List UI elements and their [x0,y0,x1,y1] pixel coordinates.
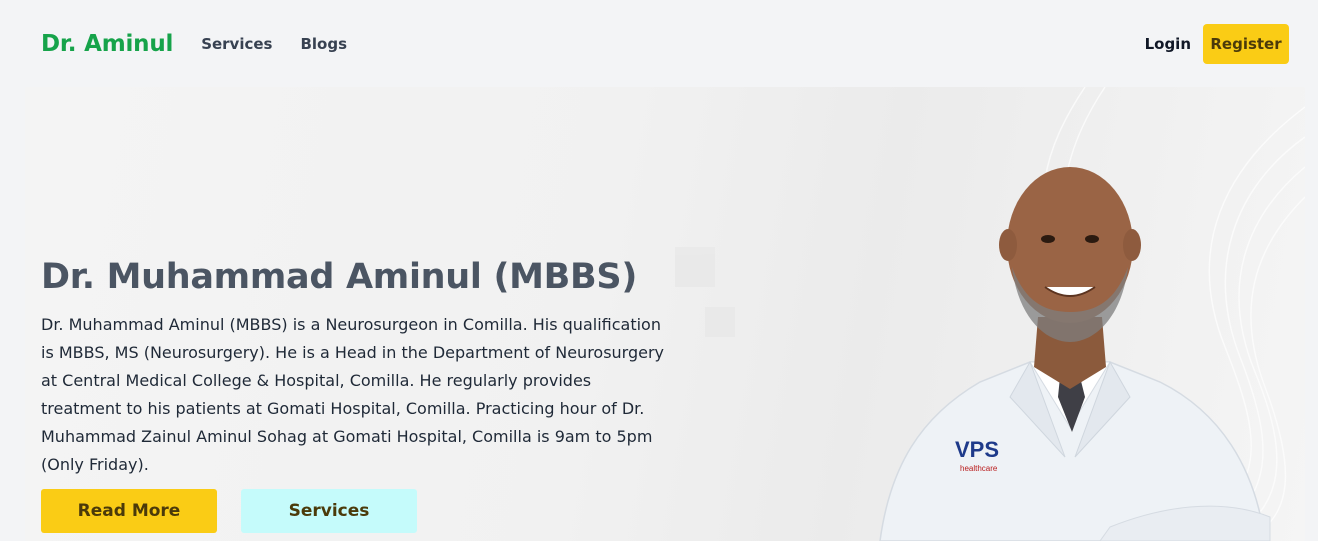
nav-link-blogs[interactable]: Blogs [300,35,347,53]
coat-logo-text: VPS [955,437,999,462]
svg-text:healthcare: healthcare [960,464,998,473]
hero-description: Dr. Muhammad Aminul (MBBS) is a Neurosur… [41,315,665,474]
brand-logo[interactable]: Dr. Aminul [41,31,173,57]
login-link[interactable]: Login [1145,35,1191,53]
navbar: Dr. Aminul Services Blogs Login Register [0,0,1318,87]
nav-actions: Login Register [1145,23,1289,64]
doctor-portrait-image: VPS healthcare [879,167,1271,541]
nav-link-services[interactable]: Services [201,35,272,53]
read-more-button[interactable]: Read More [41,489,217,533]
services-button[interactable]: Services [241,489,417,533]
hero-section: Dr. Muhammad Aminul (MBBS) Dr. Muhammad … [25,87,1305,541]
register-button[interactable]: Register [1203,23,1289,64]
hero-title: Dr. Muhammad Aminul (MBBS) [41,257,638,297]
